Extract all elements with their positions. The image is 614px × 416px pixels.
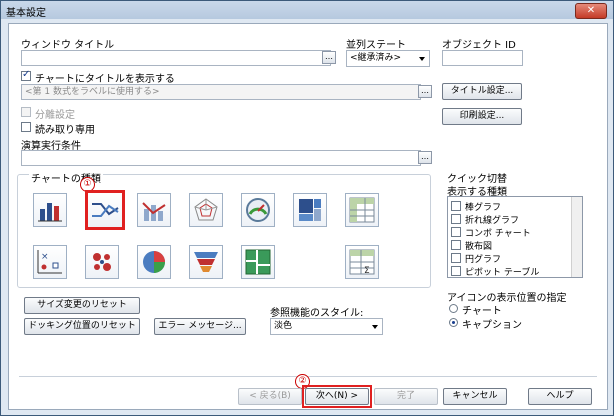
radio-caption-label: キャプション: [462, 320, 522, 331]
radar-chart-icon[interactable]: [189, 193, 223, 227]
grid-chart-icon[interactable]: [85, 245, 119, 279]
error-message-button[interactable]: エラー メッセージ...: [154, 318, 246, 335]
dialog-body: ウィンドウ タイトル … 並列ステート <継承済み> オブジェクト ID チャー…: [8, 23, 608, 410]
close-button[interactable]: ✕: [575, 3, 607, 19]
radio-chart[interactable]: [449, 304, 458, 313]
window-title: 基本設定: [6, 8, 46, 19]
readonly-checkbox[interactable]: [21, 122, 31, 132]
alternate-state-label: 並列ステート: [346, 40, 406, 51]
calc-condition-input[interactable]: [21, 150, 421, 166]
list-item-checkbox[interactable]: [451, 253, 461, 263]
quick-switch-type-list[interactable]: 棒グラフ 折れ線グラフ コンボ チャート 散布図 円グラフ ピボット テーブル: [447, 196, 583, 278]
mekko-chart-icon[interactable]: [241, 245, 275, 279]
readonly-label: 読み取り専用: [35, 125, 95, 136]
line-chart-icon[interactable]: [85, 190, 125, 230]
chevron-down-icon: [372, 325, 378, 329]
gauge-chart-icon[interactable]: [241, 193, 275, 227]
radio-chart-label: チャート: [462, 306, 502, 317]
bar-chart-icon[interactable]: [33, 193, 67, 227]
window-title-input[interactable]: [21, 50, 331, 66]
combo-chart-icon[interactable]: [137, 193, 171, 227]
svg-text:×: ×: [41, 252, 49, 262]
reset-size-button[interactable]: サイズ変更のリセット: [24, 297, 140, 314]
reference-style-value: 淡色: [274, 321, 293, 331]
chevron-down-icon: [419, 57, 425, 61]
next-button-highlight: [302, 385, 372, 408]
chart-title-expression-button[interactable]: …: [418, 85, 432, 98]
list-item-checkbox[interactable]: [451, 214, 461, 224]
reset-docking-button[interactable]: ドッキング位置のリセット: [24, 318, 140, 335]
cancel-button[interactable]: キャンセル: [443, 388, 507, 405]
finish-button[interactable]: 完了: [374, 388, 438, 405]
show-title-label: チャートにタイトルを表示する: [35, 74, 175, 85]
reference-style-select[interactable]: 淡色: [270, 318, 383, 335]
pie-chart-icon[interactable]: [137, 245, 171, 279]
list-scrollbar[interactable]: [571, 197, 582, 277]
object-id-label: オブジェクト ID: [442, 40, 516, 51]
list-item-checkbox[interactable]: [451, 240, 461, 250]
show-title-checkbox[interactable]: [21, 69, 31, 81]
alternate-state-value: <継承済み>: [350, 53, 402, 63]
help-button[interactable]: ヘルプ: [528, 388, 592, 405]
title-bar: 基本設定 ✕: [1, 1, 613, 19]
straight-table-icon[interactable]: Σ: [345, 245, 379, 279]
list-item-checkbox[interactable]: [451, 201, 461, 211]
window-title-label: ウィンドウ タイトル: [21, 40, 115, 51]
alternate-state-select[interactable]: <継承済み>: [346, 50, 430, 67]
funnel-chart-icon[interactable]: [189, 245, 223, 279]
window-title-expression-button[interactable]: …: [322, 51, 336, 64]
pivot-table-icon[interactable]: [345, 193, 379, 227]
svg-text:Σ: Σ: [364, 266, 370, 275]
reference-style-label: 参照機能のスタイル:: [270, 308, 364, 319]
radio-caption[interactable]: [449, 318, 458, 327]
chart-title-input[interactable]: <第 1 数式をラベルに使用する>: [21, 84, 421, 100]
detach-checkbox[interactable]: [21, 107, 31, 117]
detach-label: 分離設定: [35, 110, 75, 121]
object-id-input[interactable]: [442, 50, 523, 66]
scatter-chart-icon[interactable]: ×: [33, 245, 67, 279]
list-item-checkbox[interactable]: [451, 227, 461, 237]
calc-condition-expression-button[interactable]: …: [418, 151, 432, 164]
back-button[interactable]: < 戻る(B): [238, 388, 302, 405]
print-settings-button[interactable]: 印刷設定...: [442, 108, 522, 125]
block-chart-icon[interactable]: [293, 193, 327, 227]
title-settings-button[interactable]: タイトル設定...: [442, 83, 522, 100]
list-item-checkbox[interactable]: [451, 266, 461, 276]
dialog-window: 基本設定 ✕ ウィンドウ タイトル … 並列ステート <継承済み> オブジェクト…: [0, 0, 614, 416]
